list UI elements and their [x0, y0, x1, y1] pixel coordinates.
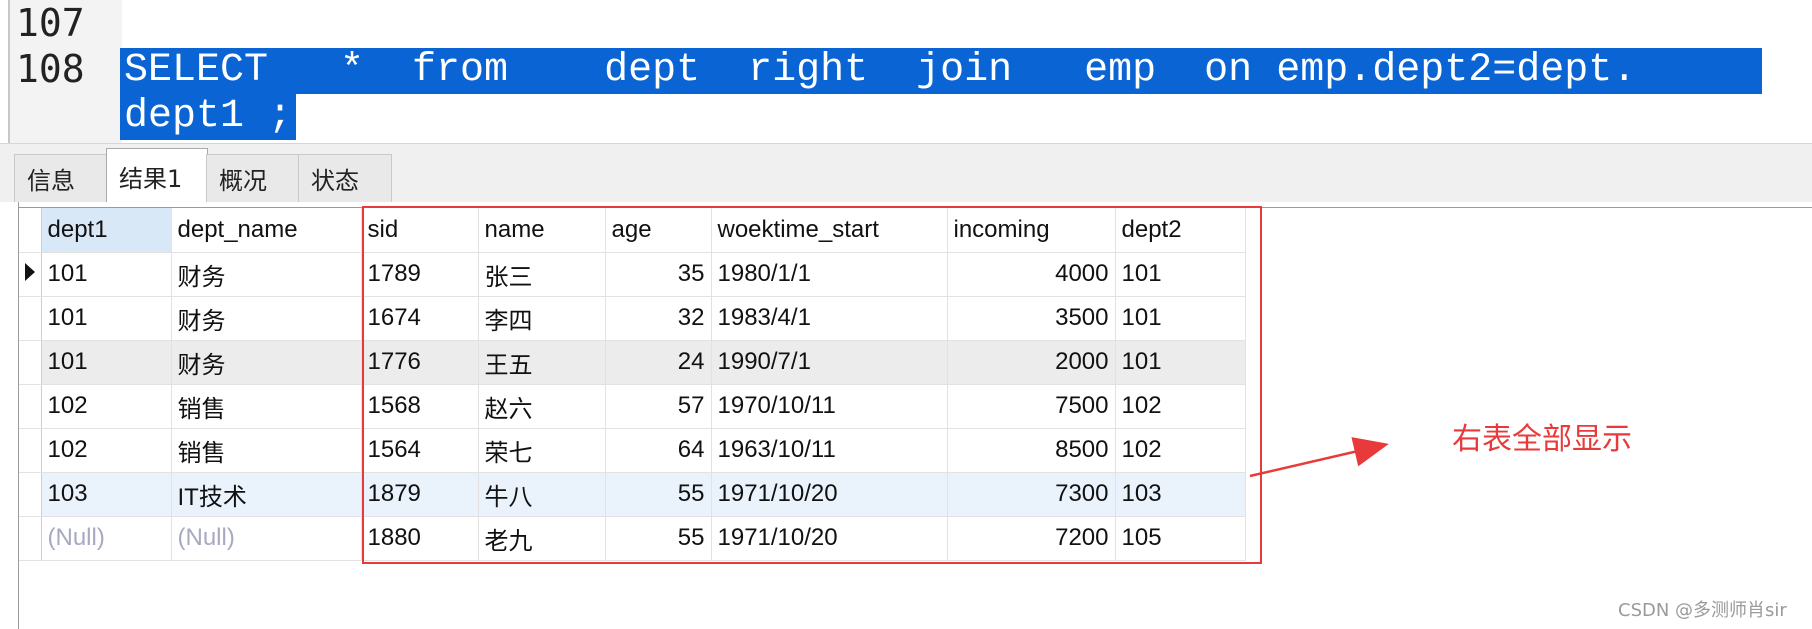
annotation-label: 右表全部显示	[1452, 422, 1632, 457]
watermark: CSDN @多测师肖sir	[1618, 600, 1787, 621]
arrow-icon	[1249, 437, 1389, 478]
